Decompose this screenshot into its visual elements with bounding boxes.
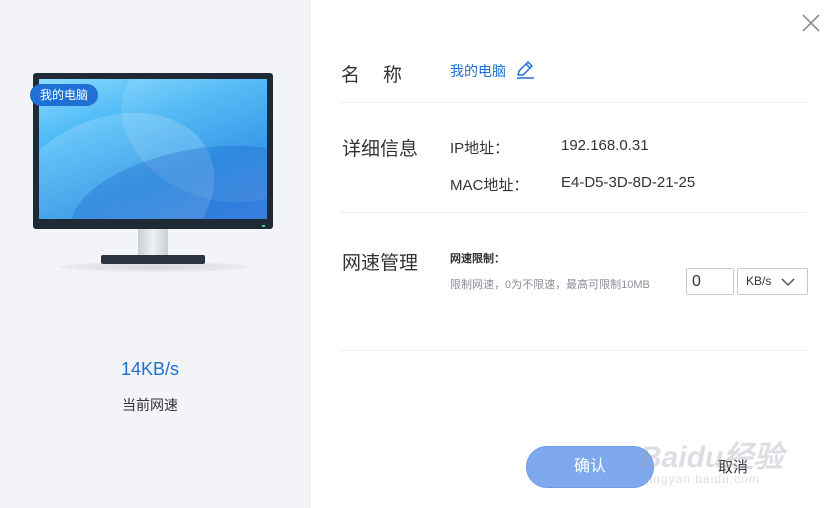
speed-row-label: 网速管理	[342, 253, 419, 274]
monitor-stand-neck	[138, 229, 168, 257]
device-name-badge: 我的电脑	[30, 84, 99, 106]
confirm-button[interactable]: 确认	[526, 446, 654, 488]
divider	[340, 212, 806, 213]
cancel-button[interactable]: 取消	[690, 448, 776, 488]
current-speed-value: 14KB/s	[120, 359, 180, 379]
close-icon[interactable]	[800, 12, 822, 34]
mac-value: E4-D5-3D-8D-21-25	[561, 174, 696, 191]
chevron-down-icon	[780, 275, 796, 289]
details-row-label: 详细信息	[342, 139, 419, 160]
speed-limit-input[interactable]	[686, 268, 734, 295]
speed-limit-title: 网速限制：	[450, 253, 505, 265]
divider	[340, 102, 806, 103]
ip-value: 192.168.0.31	[561, 137, 649, 154]
mac-label: MAC地址：	[450, 177, 529, 194]
monitor-stand-base	[101, 255, 205, 264]
current-speed-label: 当前网速	[122, 397, 178, 413]
name-row-label: 名 称	[341, 65, 405, 86]
unit-select-value: KB/s	[746, 274, 772, 288]
speed-limit-hint: 限制网速，0为不限速，最高可限制10MB	[450, 279, 650, 291]
ip-label: IP地址：	[450, 140, 510, 157]
divider	[340, 350, 806, 351]
edit-icon[interactable]	[514, 58, 536, 80]
unit-select[interactable]: KB/s	[737, 268, 808, 295]
monitor-led	[262, 225, 265, 227]
device-panel: 我的电脑 14KB/s 当前网速	[0, 0, 310, 508]
device-name-value: 我的电脑	[450, 63, 506, 79]
